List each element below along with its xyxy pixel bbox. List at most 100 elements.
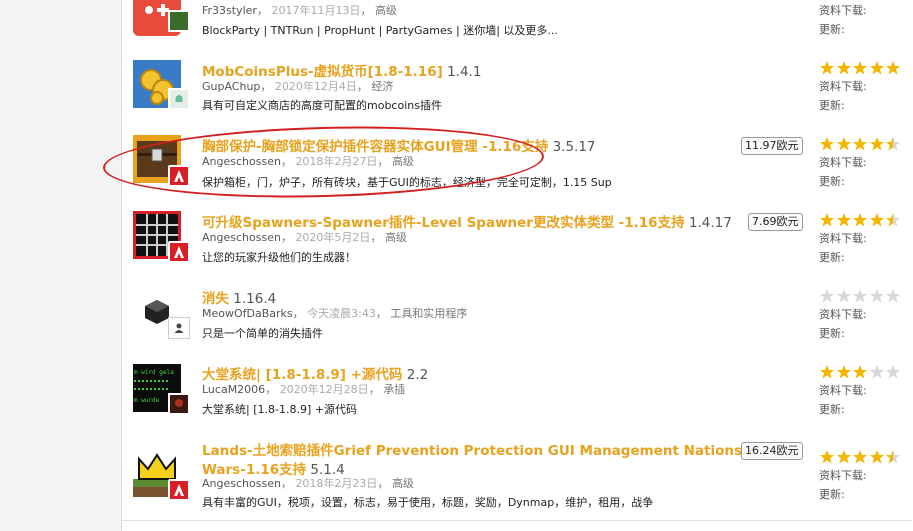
- author-avatar[interactable]: [168, 317, 190, 339]
- star-icon: [836, 450, 851, 464]
- star-icon: [885, 365, 901, 379]
- resource-meta: Angeschossen， 2018年2月27日， 高级: [202, 155, 414, 168]
- resource-stats: 资料下载: 更新:: [819, 1, 913, 39]
- price-tag: 11.97欧元: [741, 137, 803, 155]
- updates-label: 更新:: [819, 23, 845, 36]
- rating-stars: [819, 60, 913, 77]
- resource-title[interactable]: 可升级Spawners-Spawner插件-Level Spawner更改实体类…: [202, 211, 732, 231]
- resource-meta: Angeschossen， 2020年5月2日， 高级: [202, 231, 407, 244]
- star-icon: [819, 365, 835, 379]
- resource-date: 今天凌晨3:43: [307, 307, 376, 320]
- resource-stats: 资料下载: 更新:: [819, 60, 913, 115]
- star-icon: [885, 289, 901, 303]
- downloads-label: 资料下载:: [819, 469, 867, 482]
- downloads-label: 资料下载:: [819, 80, 867, 93]
- resource-description: 具有可自定义商店的高度可配置的mobcoins插件: [202, 99, 442, 112]
- star-icon: [852, 137, 868, 151]
- resource-title[interactable]: 消失 1.16.4: [202, 287, 276, 307]
- author-avatar[interactable]: ☗: [168, 88, 190, 110]
- author-avatar[interactable]: [168, 165, 190, 187]
- resource-stats: 资料下载: 更新:: [819, 364, 913, 419]
- resource-row[interactable]: Fr33styler， 2017年11月13日， 高级 BlockParty |…: [122, 0, 912, 49]
- resource-row[interactable]: ☗ MobCoinsPlus-虚拟货币[1.8-1.16] 1.4.1 GupA…: [122, 48, 912, 124]
- author-avatar[interactable]: [168, 10, 190, 32]
- author-avatar[interactable]: [168, 479, 190, 501]
- category-link[interactable]: 工具和实用程序: [390, 307, 467, 320]
- category-link[interactable]: 承插: [383, 383, 405, 396]
- price-tag: 16.24欧元: [741, 442, 803, 460]
- star-icon: [869, 213, 884, 227]
- resource-description: 让您的玩家升级他们的生成器！: [202, 251, 356, 264]
- resource-row[interactable]: 可升级Spawners-Spawner插件-Level Spawner更改实体类…: [122, 199, 912, 276]
- resource-description: 大堂系统| [1.8-1.8.9] +源代码: [202, 403, 357, 416]
- resource-row[interactable]: 消失 1.16.4 MeowOfDaBarks， 今天凌晨3:43， 工具和实用…: [122, 275, 912, 352]
- author-link[interactable]: Fr33styler: [202, 4, 257, 17]
- resource-meta: MeowOfDaBarks， 今天凌晨3:43， 工具和实用程序: [202, 307, 468, 320]
- price-tag: 7.69欧元: [748, 213, 803, 231]
- author-link[interactable]: MeowOfDaBarks: [202, 307, 293, 320]
- author-link[interactable]: Angeschossen: [202, 155, 281, 168]
- star-icon: [852, 365, 868, 379]
- rating-stars: [819, 212, 913, 229]
- author-link[interactable]: Angeschossen: [202, 477, 281, 490]
- star-icon: [836, 365, 851, 379]
- downloads-label: 资料下载:: [819, 308, 867, 321]
- star-icon: [869, 450, 884, 464]
- star-icon: [852, 213, 868, 227]
- downloads-label: 资料下载:: [819, 156, 867, 169]
- category-link[interactable]: 高级: [392, 477, 414, 490]
- updates-label: 更新:: [819, 327, 845, 340]
- resource-description: 保护箱柜，门，炉子，所有砖块，基于GUI的标志，经济型，完全可定制，1.15 S…: [202, 176, 612, 189]
- updates-label: 更新:: [819, 99, 845, 112]
- star-icon: [869, 137, 884, 151]
- star-icon: [869, 289, 884, 303]
- resource-stats: 资料下载: 更新:: [819, 449, 913, 504]
- resource-title[interactable]: 胸部保护-胸部锁定保护插件容器实体GUI管理 -1.16支持 3.5.17: [202, 135, 596, 155]
- star-icon: [885, 450, 901, 464]
- author-avatar[interactable]: [168, 241, 190, 263]
- resource-description: 具有丰富的GUI，税项，设置，标志，易于使用，标题，奖励，Dynmap，维护，租…: [202, 496, 654, 509]
- rating-stars: [819, 288, 913, 305]
- downloads-label: 资料下载:: [819, 4, 867, 17]
- resource-date: 2018年2月27日: [295, 155, 378, 168]
- star-icon: [836, 289, 851, 303]
- star-icon: [869, 365, 884, 379]
- resource-row[interactable]: 胸部保护-胸部锁定保护插件容器实体GUI管理 -1.16支持 3.5.17 An…: [122, 123, 912, 200]
- star-icon: [836, 213, 851, 227]
- star-icon: [836, 61, 851, 75]
- category-link[interactable]: 高级: [385, 231, 407, 244]
- author-link[interactable]: LucaM2006: [202, 383, 265, 396]
- author-link[interactable]: GupAChup: [202, 80, 260, 93]
- resource-date: 2018年2月23日: [295, 477, 378, 490]
- rating-stars: [819, 136, 913, 153]
- downloads-label: 资料下载:: [819, 384, 867, 397]
- resource-title[interactable]: MobCoinsPlus-虚拟货币[1.8-1.16] 1.4.1: [202, 60, 481, 80]
- resource-date: 2020年12月4日: [274, 80, 357, 93]
- star-icon: [819, 213, 835, 227]
- star-icon: [869, 61, 884, 75]
- resource-title[interactable]: 大堂系统| [1.8-1.8.9] +源代码 2.2: [202, 363, 428, 383]
- resource-description: 只是一个简单的消失插件: [202, 327, 323, 340]
- star-icon: [836, 137, 851, 151]
- resource-meta: Angeschossen， 2018年2月23日， 高级: [202, 477, 414, 490]
- category-link[interactable]: 经济: [371, 80, 393, 93]
- category-link[interactable]: 高级: [375, 4, 397, 17]
- resource-row[interactable]: m wird gela m wurde 大堂系统| [1.8-1.8.9] +源…: [122, 351, 912, 428]
- star-icon: [885, 213, 901, 227]
- star-icon: [852, 289, 868, 303]
- author-link[interactable]: Angeschossen: [202, 231, 281, 244]
- rating-stars: [819, 449, 913, 466]
- star-icon: [819, 61, 835, 75]
- author-avatar[interactable]: [168, 393, 190, 415]
- resource-date: 2017年11月13日: [271, 4, 361, 17]
- resource-row[interactable]: Lands-土地索赔插件Grief Prevention Protection …: [122, 427, 912, 521]
- svg-text:m wird gela: m wird gela: [134, 369, 174, 376]
- resource-stats: 资料下载: 更新:: [819, 136, 913, 191]
- resource-date: 2020年5月2日: [295, 231, 371, 244]
- resource-date: 2020年12月28日: [279, 383, 369, 396]
- star-icon: [819, 289, 835, 303]
- resource-title[interactable]: Lands-土地索赔插件Grief Prevention Protection …: [202, 439, 742, 459]
- rating-stars: [819, 364, 913, 381]
- resource-list: Fr33styler， 2017年11月13日， 高级 BlockParty |…: [121, 0, 912, 531]
- category-link[interactable]: 高级: [392, 155, 414, 168]
